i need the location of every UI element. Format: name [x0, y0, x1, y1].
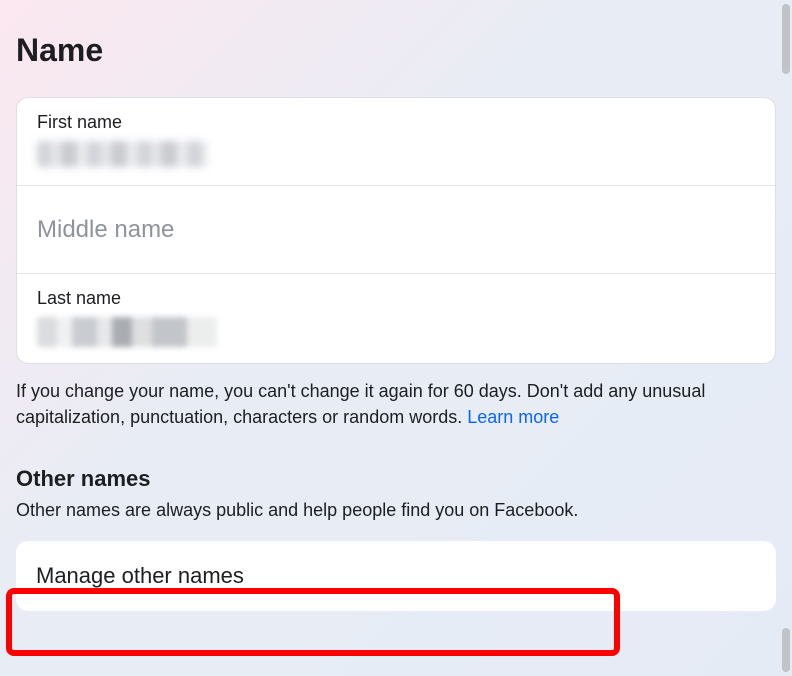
page-title: Name — [16, 32, 776, 69]
first-name-label: First name — [37, 112, 755, 133]
scrollbar-thumb-bottom[interactable] — [782, 628, 790, 672]
other-names-title: Other names — [16, 466, 776, 492]
last-name-value-redacted — [37, 317, 217, 347]
first-name-field[interactable]: First name — [17, 98, 775, 186]
other-names-subtitle: Other names are always public and help p… — [16, 500, 776, 521]
middle-name-field[interactable]: Middle name — [17, 186, 775, 274]
name-change-notice: If you change your name, you can't chang… — [16, 378, 776, 430]
learn-more-link[interactable]: Learn more — [467, 407, 559, 427]
manage-other-names-button[interactable]: Manage other names — [16, 541, 776, 611]
scrollbar-thumb[interactable] — [782, 4, 790, 74]
last-name-field[interactable]: Last name — [17, 274, 775, 363]
scrollbar-track[interactable] — [782, 4, 790, 672]
first-name-value-redacted — [37, 141, 207, 167]
manage-other-names-label: Manage other names — [36, 563, 244, 588]
name-form-card: First name Middle name Last name — [16, 97, 776, 364]
notice-text: If you change your name, you can't chang… — [16, 381, 705, 427]
last-name-label: Last name — [37, 288, 755, 309]
middle-name-placeholder: Middle name — [37, 216, 174, 244]
